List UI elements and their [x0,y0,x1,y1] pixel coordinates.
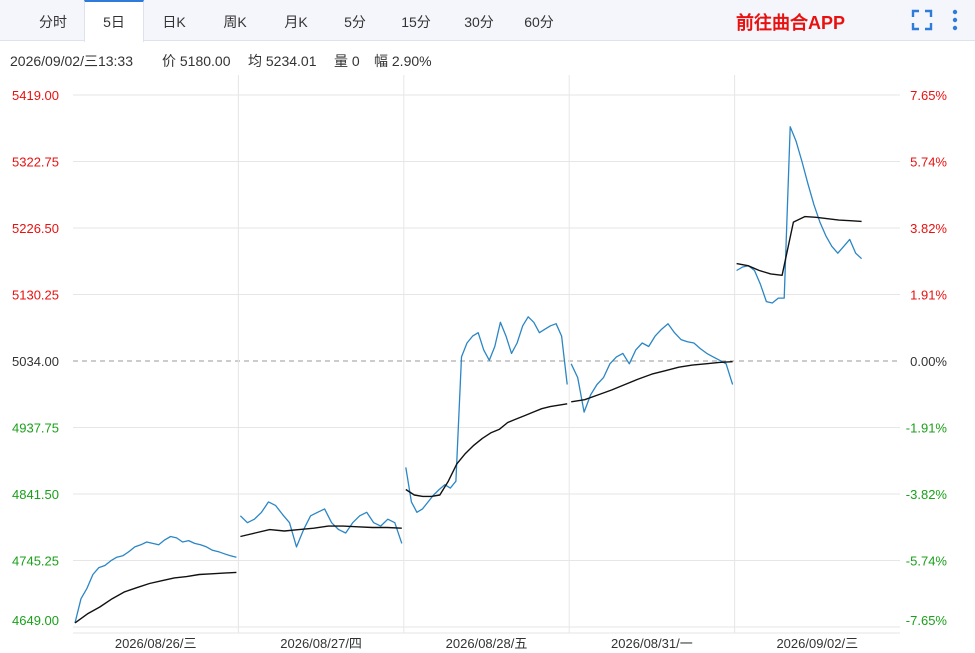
y-tick-label: 5322.75 [12,155,59,170]
pct-tick-label: -5.74% [906,554,948,569]
pct-tick-label: -7.65% [906,613,948,628]
period-tab-bar: 分时 5日 日K 周K 月K 5分 15分 30分 60分 前往曲合APP [0,0,975,42]
info-price: 价 5180.00 [162,53,231,69]
pct-tick-label: 1.91% [910,288,947,303]
info-datetime: 2026/09/02/三13:33 [10,53,133,69]
left-price-axis: 5419.00 5322.75 5226.50 5130.25 5034.00 4937.… [12,88,59,628]
tab-30-min[interactable]: 30分 [448,0,510,41]
pct-tick-label: -1.91% [906,421,948,436]
y-tick-label: 5226.50 [12,221,59,236]
x-tick-label: 2026/08/31/一 [611,636,693,651]
average-line-segment [736,215,862,277]
price-line-segment [239,501,403,548]
tab-weekly-k[interactable]: 周K [204,0,266,41]
y-tick-label: 5034.00 [12,354,59,369]
y-tick-label: 5419.00 [12,88,59,103]
y-tick-label: 4745.25 [12,554,59,569]
more-vertical-icon[interactable] [950,8,960,32]
x-tick-label: 2026/08/28/五 [446,636,528,651]
info-amplitude: 幅 2.90% [374,53,432,69]
price-line-segment [405,316,568,513]
info-volume: 量 0 [334,53,360,69]
tab-monthly-k[interactable]: 月K [266,0,326,41]
info-average: 均 5234.01 [248,53,317,69]
x-tick-label: 2026/08/27/四 [280,636,362,651]
price-line-segment [736,126,863,304]
fullscreen-icon[interactable] [911,9,933,31]
right-percent-axis: 7.65% 5.74% 3.82% 1.91% 0.00% -1.91% -3.82% -5.… [906,88,948,628]
five-day-price-chart: 5419.00 5322.75 5226.50 5130.25 5034.00 4937.… [12,75,948,651]
pct-tick-label: 3.82% [910,221,947,236]
average-line-segment [405,403,568,498]
pct-tick-label: 0.00% [910,354,947,369]
x-tick-label: 2026/08/26/三 [115,636,197,651]
x-tick-label: 2026/09/02/三 [776,636,858,651]
open-app-link[interactable]: 前往曲合APP [736,9,845,35]
pct-tick-label: 5.74% [910,155,947,170]
tab-5-min[interactable]: 5分 [326,0,384,41]
y-tick-label: 4841.50 [12,487,59,502]
price-line-segment [570,323,734,413]
pct-tick-label: 7.65% [910,88,947,103]
tab-15-min[interactable]: 15分 [384,0,448,41]
quote-info-bar: 2026/09/02/三13:33 价 5180.00 均 5234.01 量 … [0,41,975,75]
tab-60-min[interactable]: 60分 [510,0,568,41]
y-tick-label: 5130.25 [12,288,59,303]
y-tick-label: 4649.00 [12,613,59,628]
tab-daily-k[interactable]: 日K [144,0,204,41]
date-axis: 2026/08/26/三 2026/08/27/四 2026/08/28/五 2026… [115,636,858,651]
average-line-segment [571,361,733,403]
tab-5-day[interactable]: 5日 [84,0,144,42]
average-line-segment [240,525,402,538]
average-line-segment [74,571,237,624]
tab-intraday[interactable]: 分时 [22,0,84,41]
y-tick-label: 4937.75 [12,421,59,436]
series-layer [74,126,863,624]
price-line-segment [74,535,237,624]
pct-tick-label: -3.82% [906,487,948,502]
